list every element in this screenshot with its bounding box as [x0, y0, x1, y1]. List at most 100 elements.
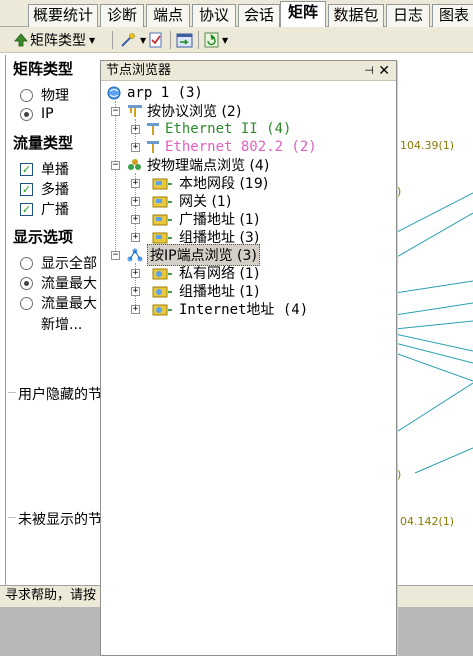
checkbox-broadcast[interactable]: ✓ 广播: [20, 199, 69, 219]
folder-ip-icon: [152, 304, 172, 316]
radio-label: 流量最大: [41, 296, 97, 312]
groupbox-label: 用户隐藏的节: [16, 384, 104, 404]
expand-toggle[interactable]: +: [131, 269, 140, 278]
close-icon[interactable]: ✕: [378, 61, 390, 81]
tab-matrix[interactable]: 矩阵: [280, 1, 326, 28]
checkbox-unicast[interactable]: ✓ 单播: [20, 159, 69, 179]
checkbox-label: 广播: [41, 202, 69, 218]
tree-node-label: 组播地址 (1): [179, 284, 260, 300]
radio-ip[interactable]: IP: [20, 106, 54, 122]
toolbar-separator: [112, 31, 113, 49]
refresh-icon: [204, 32, 219, 48]
tab-label: 日志: [392, 6, 423, 24]
tab-log[interactable]: 日志: [386, 4, 430, 27]
matrix-node-label[interactable]: 104.39(1): [400, 139, 454, 152]
radio-label: 流量最大: [41, 276, 97, 292]
expand-toggle[interactable]: +: [131, 233, 140, 242]
expand-toggle[interactable]: +: [131, 305, 140, 314]
display-options-title: 显示选项: [13, 228, 74, 246]
pin-icon[interactable]: ⊣: [364, 61, 374, 81]
tree-node-label: 私有网络 (1): [179, 266, 260, 282]
tab-diagnosis[interactable]: 诊断: [100, 4, 144, 27]
tree-line: [115, 101, 116, 257]
protocol-icon: [147, 123, 159, 135]
tree-node-ethernet-802-2[interactable]: Ethernet 802.2 (2): [145, 138, 317, 156]
filter-dropdown-button[interactable]: ▼: [119, 30, 146, 50]
matrix-node-label[interactable]: 04.142(1): [400, 515, 454, 528]
globe-icon: [107, 86, 121, 100]
refresh-dropdown-button[interactable]: ▼: [204, 30, 228, 50]
matrix-node-label[interactable]: ): [397, 468, 401, 481]
tab-label: 会话: [243, 6, 274, 24]
checkbox-multicast[interactable]: ✓ 多播: [20, 179, 69, 199]
tab-packets[interactable]: 数据包: [328, 4, 384, 27]
not-shown-nodes-groupbox: 未被显示的节: [8, 509, 108, 582]
chevron-down-icon: ▼: [222, 35, 229, 45]
collapse-toggle[interactable]: −: [111, 161, 120, 170]
window-title: 节点浏览器: [106, 63, 172, 78]
matrix-type-dropdown[interactable]: 矩阵类型 ▼: [14, 30, 95, 50]
folder-network-icon: [152, 178, 172, 190]
magic-wand-icon: [121, 33, 135, 47]
protocol-icon: [147, 141, 159, 153]
expand-toggle[interactable]: +: [131, 143, 140, 152]
expand-toggle[interactable]: +: [131, 179, 140, 188]
collapse-toggle[interactable]: −: [111, 251, 120, 260]
folder-network-icon: [152, 232, 172, 244]
radio-label: IP: [41, 106, 54, 122]
tab-label: 协议: [198, 6, 229, 24]
folder-ip-icon: [152, 268, 172, 280]
radio-top-traffic-2[interactable]: 流量最大: [20, 293, 97, 313]
tab-charts[interactable]: 图表: [432, 4, 473, 27]
tree-node-broadcast-address[interactable]: 广播地址 (1): [145, 210, 259, 228]
network-endpoints-icon: [128, 159, 141, 170]
radio-button[interactable]: [20, 296, 33, 310]
tree-node-label: 广播地址 (1): [179, 212, 260, 228]
radio-button[interactable]: [20, 107, 33, 121]
folder-network-icon: [152, 196, 172, 208]
node-browser-button[interactable]: [176, 30, 193, 50]
tab-label: 诊断: [106, 6, 137, 24]
expand-toggle[interactable]: +: [131, 287, 140, 296]
expand-toggle[interactable]: +: [131, 215, 140, 224]
radio-button[interactable]: [20, 88, 33, 102]
checkbox[interactable]: ✓: [20, 182, 33, 196]
expand-toggle[interactable]: +: [131, 125, 140, 134]
tree-node-gateway[interactable]: 网关 (1): [145, 192, 231, 210]
radio-top-traffic-1[interactable]: 流量最大: [20, 273, 97, 293]
tree-node-by-physical[interactable]: 按物理端点浏览 (4): [127, 156, 269, 174]
checkbox[interactable]: ✓: [20, 162, 33, 176]
tree-node-label: 按协议浏览 (2): [147, 104, 242, 120]
matrix-canvas[interactable]: 104.39(1) ) ) 04.142(1): [395, 53, 473, 585]
document-check-icon: [149, 32, 162, 48]
checkbox[interactable]: ✓: [20, 202, 33, 216]
collapse-toggle[interactable]: −: [111, 107, 120, 116]
chevron-down-icon: ▼: [89, 35, 96, 45]
tab-endpoints[interactable]: 端点: [146, 4, 190, 27]
expand-toggle[interactable]: +: [131, 197, 140, 206]
matrix-node-label[interactable]: ): [397, 185, 401, 198]
properties-button[interactable]: [148, 30, 163, 50]
node-browser-titlebar[interactable]: 节点浏览器 ⊣ ✕: [101, 61, 396, 81]
tree-node-by-protocol[interactable]: 按协议浏览 (2): [127, 102, 241, 120]
groupbox-label: 未被显示的节: [16, 509, 104, 529]
radio-button[interactable]: [20, 276, 33, 290]
tree-node-ip-multicast[interactable]: 组播地址 (1): [145, 282, 259, 300]
status-text: 寻求帮助，请按: [5, 588, 97, 603]
new-item-label[interactable]: 新增...: [41, 314, 82, 334]
tab-sessions[interactable]: 会话: [238, 4, 280, 27]
tree-node-root[interactable]: arp 1 (3): [107, 84, 203, 102]
radio-label: 显示全部: [41, 256, 97, 272]
toolbar-separator: [170, 31, 171, 49]
tree-node-by-ip[interactable]: 按IP端点浏览 (3): [127, 244, 260, 266]
tree-node-ethernet-ii[interactable]: Ethernet II (4): [145, 120, 291, 138]
tab-summary[interactable]: 概要统计: [28, 4, 98, 27]
radio-button[interactable]: [20, 256, 33, 270]
tree-node-private-network[interactable]: 私有网络 (1): [145, 264, 259, 282]
folder-network-icon: [152, 214, 172, 226]
tree-node-internet-address[interactable]: Internet地址 (4): [145, 300, 308, 318]
tree-node-local-segment[interactable]: 本地网段 (19): [145, 174, 268, 192]
radio-physical[interactable]: 物理: [20, 85, 69, 105]
tab-protocols[interactable]: 协议: [192, 4, 236, 27]
radio-show-all[interactable]: 显示全部: [20, 253, 97, 273]
